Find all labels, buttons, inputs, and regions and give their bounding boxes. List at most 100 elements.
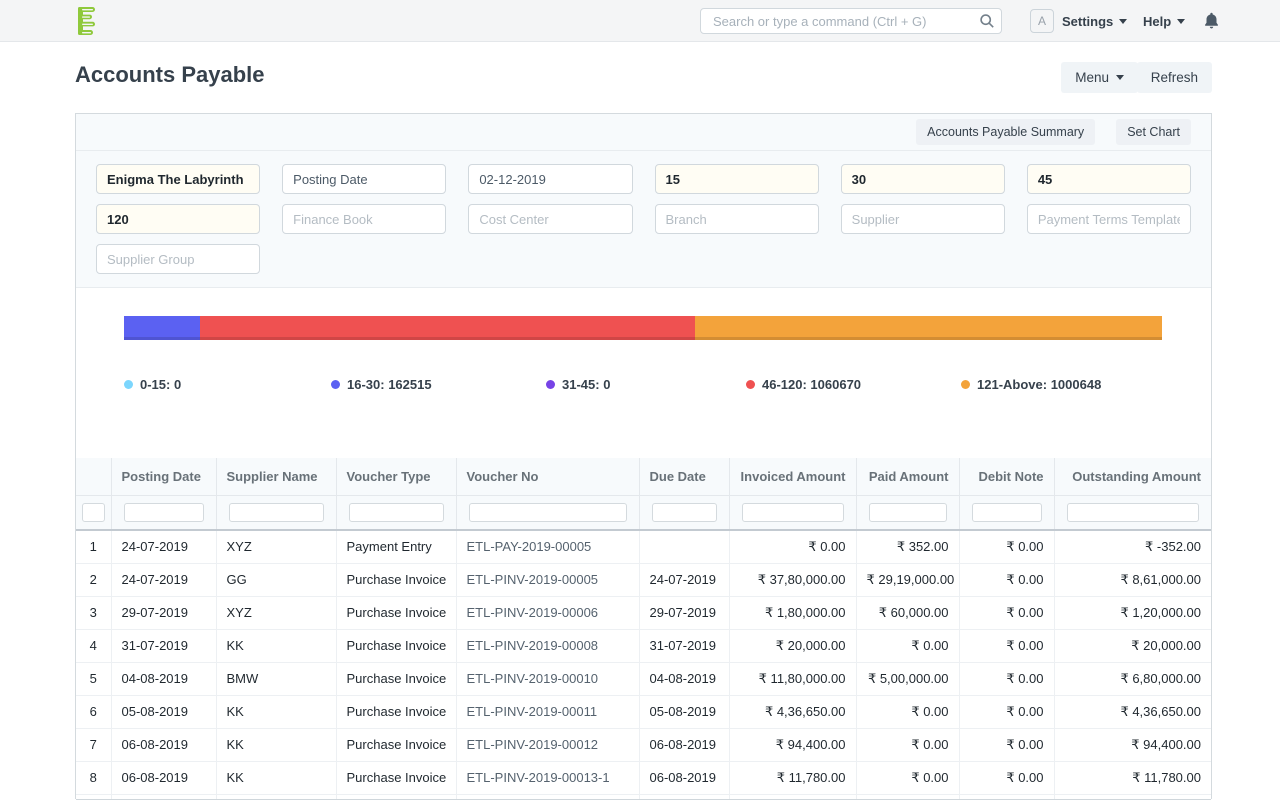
cell-paid-amount: ₹ 60,000.00 — [856, 596, 959, 629]
ageing-range3-filter[interactable] — [1027, 164, 1191, 194]
payment-terms-template-filter[interactable] — [1027, 204, 1191, 234]
erpnext-logo-icon[interactable] — [78, 7, 104, 35]
company-filter[interactable] — [96, 164, 260, 194]
column-header-supplier-name[interactable]: Supplier Name — [216, 458, 336, 495]
cell-invoiced-amount: ₹ 11,780.00 — [729, 761, 856, 794]
cell-voucher-no[interactable]: ETL-PINV-2019-00010 — [456, 662, 639, 695]
table-row-partial — [76, 794, 1211, 799]
report-container: Accounts Payable Summary Set Chart 0-15:… — [75, 113, 1212, 799]
column-filter-input-posting-date[interactable] — [124, 503, 204, 522]
cell-paid-amount: ₹ 5,00,000.00 — [856, 662, 959, 695]
date-type-filter[interactable] — [282, 164, 446, 194]
column-filter-cell-posting-date — [111, 495, 216, 530]
column-header-voucher-no[interactable]: Voucher No — [456, 458, 639, 495]
column-filter-input-row-index[interactable] — [82, 503, 105, 522]
cell-debit-note: ₹ 0.00 — [959, 596, 1054, 629]
column-header-debit-note[interactable]: Debit Note — [959, 458, 1054, 495]
column-header-paid-amount[interactable]: Paid Amount — [856, 458, 959, 495]
supplier-filter[interactable] — [841, 204, 1005, 234]
user-avatar[interactable]: A — [1030, 9, 1054, 33]
legend-item: 46-120: 1060670 — [746, 377, 861, 392]
cell-voucher-no[interactable]: ETL-PINV-2019-00013-1 — [456, 761, 639, 794]
finance-book-filter[interactable] — [282, 204, 446, 234]
cell-invoiced-amount: ₹ 0.00 — [729, 530, 856, 563]
cell-outstanding-amount: ₹ 20,000.00 — [1054, 629, 1211, 662]
accounts-payable-summary-button[interactable]: Accounts Payable Summary — [916, 119, 1095, 145]
cell-posting-date: 29-07-2019 — [111, 596, 216, 629]
cell-voucher-no[interactable]: ETL-PINV-2019-00008 — [456, 629, 639, 662]
settings-menu[interactable]: Settings — [1062, 14, 1127, 29]
column-header-outstanding-amount[interactable]: Outstanding Amount — [1054, 458, 1211, 495]
report-actions-strip: Accounts Payable Summary Set Chart — [76, 114, 1211, 151]
date-filter[interactable] — [468, 164, 632, 194]
aging-chart-bar — [124, 316, 1162, 340]
cell-posting-date: 31-07-2019 — [111, 629, 216, 662]
cell-debit-note: ₹ 0.00 — [959, 728, 1054, 761]
top-navbar: A Settings Help — [0, 0, 1280, 42]
column-filter-input-invoiced-amount[interactable] — [742, 503, 844, 522]
column-header-due-date[interactable]: Due Date — [639, 458, 729, 495]
cell-invoiced-amount: ₹ 20,000.00 — [729, 629, 856, 662]
refresh-button-label: Refresh — [1151, 70, 1198, 85]
ageing-range4-filter[interactable] — [96, 204, 260, 234]
column-header-posting-date[interactable]: Posting Date — [111, 458, 216, 495]
column-filter-input-outstanding-amount[interactable] — [1067, 503, 1200, 522]
cell-paid-amount: ₹ 0.00 — [856, 728, 959, 761]
cell-outstanding-amount: ₹ -352.00 — [1054, 530, 1211, 563]
table-column-filter-row — [76, 495, 1211, 530]
table-row: 806-08-2019KKPurchase InvoiceETL-PINV-20… — [76, 761, 1211, 794]
search-icon[interactable] — [979, 13, 995, 34]
cell-supplier-name: GG — [216, 563, 336, 596]
report-table: Posting DateSupplier NameVoucher TypeVou… — [76, 458, 1211, 800]
table-header-row: Posting DateSupplier NameVoucher TypeVou… — [76, 458, 1211, 495]
column-header-voucher-type[interactable]: Voucher Type — [336, 458, 456, 495]
column-filter-input-voucher-no[interactable] — [469, 503, 627, 522]
chevron-down-icon — [1119, 19, 1127, 24]
cell-debit-note: ₹ 0.00 — [959, 563, 1054, 596]
chart-segment-46-120 — [200, 316, 695, 340]
cell-outstanding-amount: ₹ 94,400.00 — [1054, 728, 1211, 761]
cell-posting-date: 06-08-2019 — [111, 728, 216, 761]
table-row: 605-08-2019KKPurchase InvoiceETL-PINV-20… — [76, 695, 1211, 728]
cell-due-date: 05-08-2019 — [639, 695, 729, 728]
cell-due-date: 31-07-2019 — [639, 629, 729, 662]
column-filter-input-supplier-name[interactable] — [229, 503, 324, 522]
cell-row-index: 3 — [76, 596, 111, 629]
cell-debit-note: ₹ 0.00 — [959, 530, 1054, 563]
branch-filter[interactable] — [655, 204, 819, 234]
set-chart-button[interactable]: Set Chart — [1116, 119, 1191, 145]
ageing-range2-filter[interactable] — [841, 164, 1005, 194]
cost-center-filter[interactable] — [468, 204, 632, 234]
cell-row-index: 7 — [76, 728, 111, 761]
cell-voucher-no[interactable]: ETL-PINV-2019-00006 — [456, 596, 639, 629]
cell-voucher-no[interactable]: ETL-PINV-2019-00005 — [456, 563, 639, 596]
column-filter-input-voucher-type[interactable] — [349, 503, 444, 522]
cell-voucher-type: Purchase Invoice — [336, 662, 456, 695]
legend-dot-icon — [331, 380, 340, 389]
ageing-range1-filter[interactable] — [655, 164, 819, 194]
cell-voucher-no[interactable]: ETL-PINV-2019-00012 — [456, 728, 639, 761]
search-input[interactable] — [700, 8, 1002, 34]
cell-voucher-no[interactable]: ETL-PAY-2019-00005 — [456, 530, 639, 563]
menu-button[interactable]: Menu — [1061, 62, 1138, 93]
refresh-button[interactable]: Refresh — [1137, 62, 1212, 93]
cell-row-index: 4 — [76, 629, 111, 662]
legend-item: 0-15: 0 — [124, 377, 181, 392]
column-header-invoiced-amount[interactable]: Invoiced Amount — [729, 458, 856, 495]
cell-debit-note: ₹ 0.00 — [959, 761, 1054, 794]
cell-voucher-no[interactable]: ETL-PINV-2019-00011 — [456, 695, 639, 728]
column-filter-input-paid-amount[interactable] — [869, 503, 947, 522]
column-filter-input-debit-note[interactable] — [972, 503, 1042, 522]
table-row: 504-08-2019BMWPurchase InvoiceETL-PINV-2… — [76, 662, 1211, 695]
supplier-group-filter[interactable] — [96, 244, 260, 274]
help-menu[interactable]: Help — [1143, 14, 1185, 29]
cell-voucher-type: Purchase Invoice — [336, 728, 456, 761]
cell-due-date — [639, 530, 729, 563]
cell-supplier-name: BMW — [216, 662, 336, 695]
cell-paid-amount: ₹ 0.00 — [856, 761, 959, 794]
column-header-row-index[interactable] — [76, 458, 111, 495]
legend-label: 121-Above: 1000648 — [977, 377, 1101, 392]
column-filter-input-due-date[interactable] — [652, 503, 717, 522]
cell-outstanding-amount: ₹ 1,20,000.00 — [1054, 596, 1211, 629]
notifications-bell-icon[interactable] — [1204, 12, 1219, 34]
